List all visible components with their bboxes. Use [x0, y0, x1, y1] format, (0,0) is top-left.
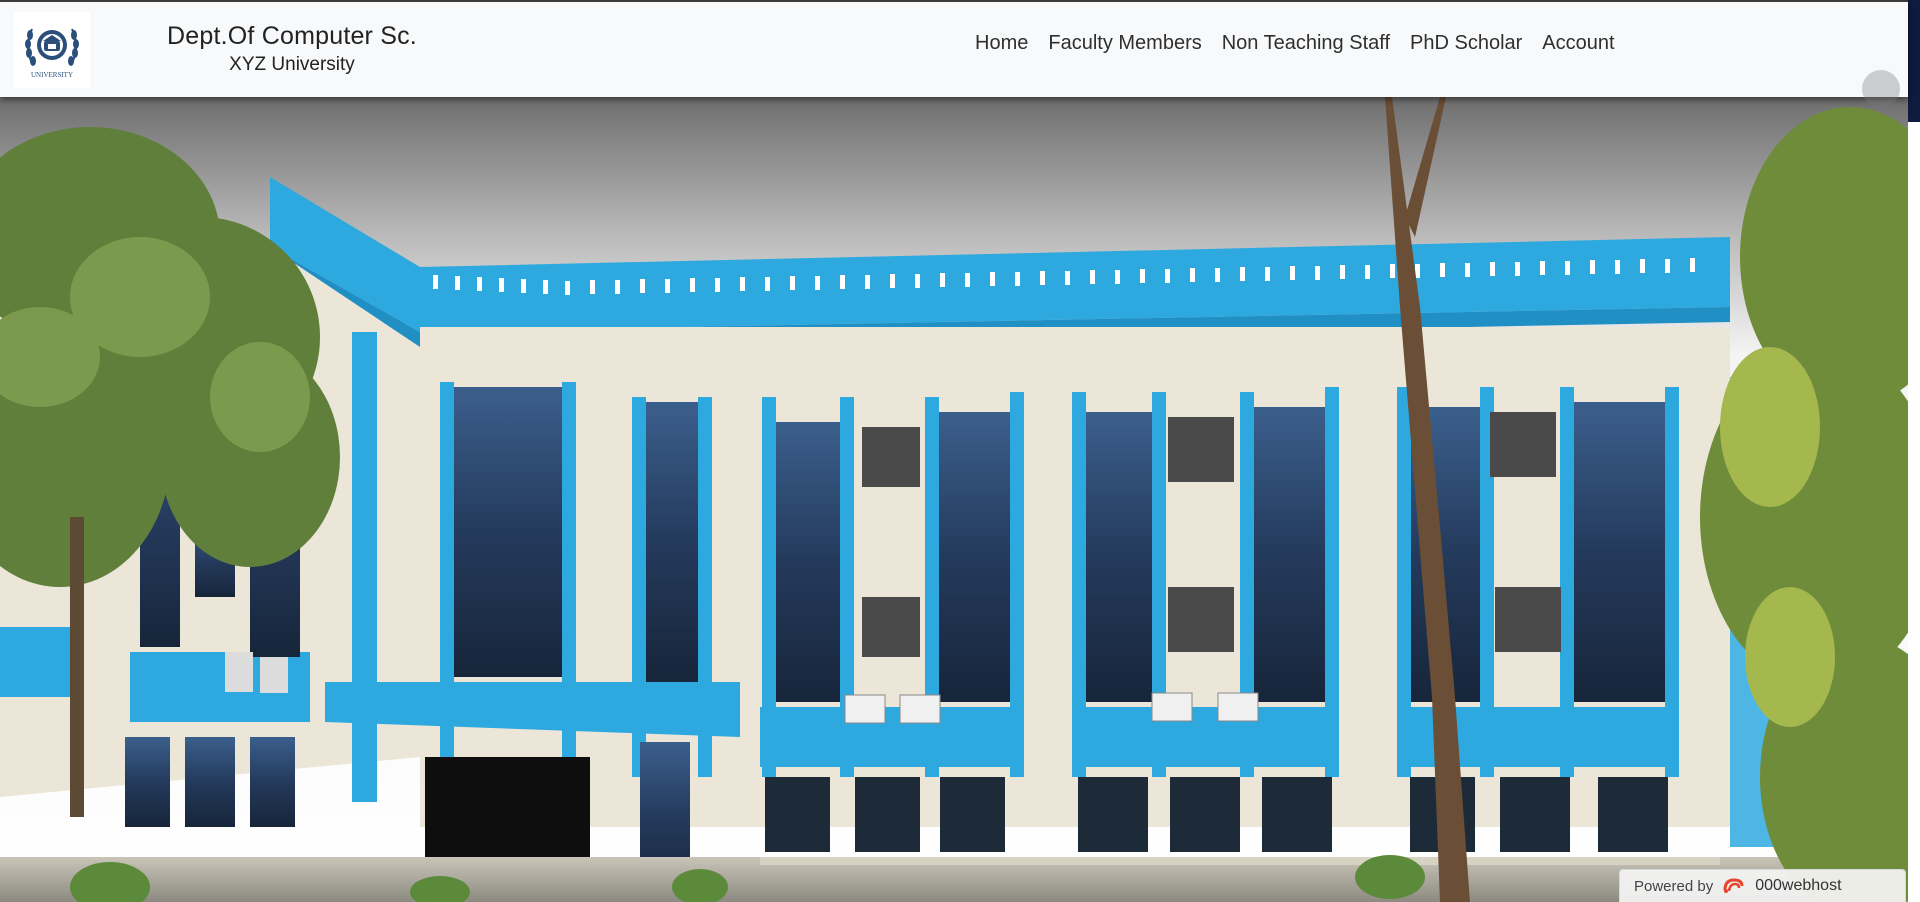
- department-title: Dept.Of Computer Sc.: [167, 22, 417, 50]
- powered-by-brand: 000webhost: [1755, 877, 1842, 894]
- logo-text: UNIVERSITY: [31, 71, 73, 79]
- university-name: XYZ University: [229, 54, 355, 75]
- brand[interactable]: Dept.Of Computer Sc. XYZ University: [167, 22, 417, 76]
- university-logo[interactable]: UNIVERSITY: [14, 12, 90, 88]
- page-edge-light: [1908, 122, 1920, 902]
- nav-home[interactable]: Home: [965, 32, 1038, 55]
- nav-phd-scholar[interactable]: PhD Scholar: [1400, 32, 1532, 55]
- university-crest-icon: UNIVERSITY: [25, 28, 79, 79]
- carousel-control[interactable]: [1862, 70, 1900, 108]
- nav-non-teaching-staff[interactable]: Non Teaching Staff: [1212, 32, 1400, 55]
- powered-by-badge[interactable]: Powered by 000webhost: [1619, 869, 1906, 902]
- webhost-swirl-icon: [1723, 878, 1744, 893]
- hero-banner: [0, 97, 1908, 902]
- main-nav: Home Faculty Members Non Teaching Staff …: [965, 32, 1625, 55]
- navbar: UNIVERSITY Dept.Of Computer Sc. XYZ Univ…: [0, 0, 1908, 97]
- nav-account[interactable]: Account: [1532, 32, 1624, 55]
- page-edge-dark: [1908, 0, 1920, 122]
- building-photo: [0, 97, 1908, 902]
- nav-faculty-members[interactable]: Faculty Members: [1038, 32, 1211, 55]
- powered-by-text: Powered by: [1634, 877, 1714, 895]
